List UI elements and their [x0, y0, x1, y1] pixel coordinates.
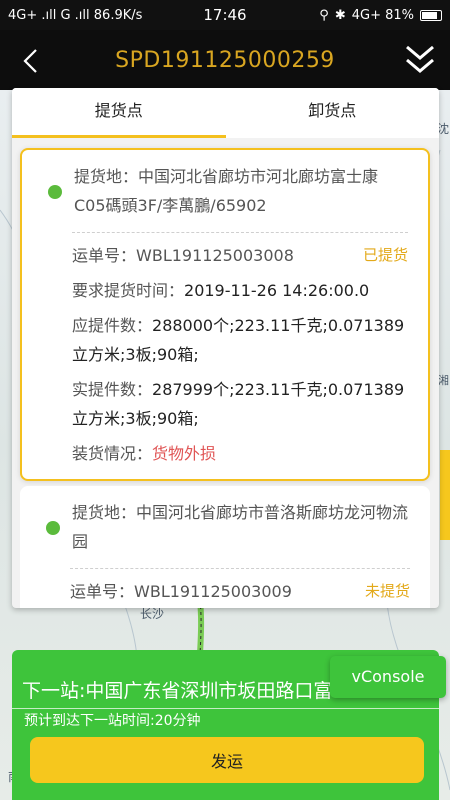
ship-button[interactable]: 发运	[30, 737, 424, 783]
waybill-label: 运单号：	[72, 246, 137, 265]
eta-text: 预计到达下一站时间:20分钟	[24, 713, 201, 729]
due-count-label: 应提件数：	[72, 316, 153, 335]
divider	[12, 708, 439, 709]
status-left: 4G+ .ıll G .ıll 86.9K/s	[8, 8, 319, 23]
divider	[70, 568, 410, 569]
tab-bar: 提货点 卸货点	[12, 88, 439, 138]
pickup-info: 运单号：WBL191125003009 未提货	[20, 577, 410, 606]
location-dot-icon	[48, 185, 62, 199]
next-stop: 下一站:中国广东省深圳市坂田路口富	[22, 680, 333, 702]
pickup-address: 提货地：中国河北省廊坊市河北廊坊富士康C05碼頭3F/李萬鵬/65902	[74, 167, 379, 215]
vconsole-button[interactable]: vConsole	[330, 656, 446, 698]
pickup-card[interactable]: 提货地：中国河北省廊坊市普洛斯廊坊龙河物流园 运单号：WBL1911250030…	[20, 486, 430, 608]
page-title: SPD191125000259	[115, 47, 335, 73]
location-icon: ⚲	[319, 7, 329, 23]
bluetooth-icon: ✱	[334, 7, 346, 23]
pickup-panel: 提货点 卸货点 提货地：中国河北省廊坊市河北廊坊富士康C05碼頭3F/李萬鵬/6…	[12, 88, 439, 608]
pickup-address: 提货地：中国河北省廊坊市普洛斯廊坊龙河物流园	[72, 503, 409, 551]
status-right-text: 4G+ 81%	[351, 7, 414, 23]
actual-count-label: 实提件数：	[72, 380, 153, 399]
pickup-time-label: 要求提货时间：	[72, 281, 185, 300]
status-badge: 未提货	[364, 582, 410, 600]
back-chevron-icon[interactable]	[14, 44, 48, 78]
loading-status: 货物外损	[152, 444, 217, 463]
network-status: 4G+ .ıll G .ıll 86.9K/s	[8, 7, 143, 23]
loading-label: 装货情况：	[72, 444, 153, 463]
pickup-time: 2019-11-26 14:26:00.0	[184, 281, 370, 300]
header: SPD191125000259	[0, 30, 450, 90]
double-chevron-down-icon[interactable]	[404, 42, 436, 78]
battery-icon	[420, 9, 442, 21]
pickup-info: 运单号：WBL191125003008 已提货 要求提货时间：2019-11-2…	[22, 241, 408, 468]
pickup-card[interactable]: 提货地：中国河北省廊坊市河北廊坊富士康C05碼頭3F/李萬鵬/65902 运单号…	[20, 148, 430, 481]
waybill-label: 运单号：	[70, 582, 135, 601]
status-right: ⚲ ✱ 4G+ 81%	[319, 8, 442, 23]
waybill-number: WBL191125003009	[134, 582, 292, 601]
divider	[72, 232, 408, 233]
tab-unload-point[interactable]: 卸货点	[226, 88, 440, 138]
tab-pickup-point[interactable]: 提货点	[12, 88, 226, 138]
location-dot-icon	[46, 521, 60, 535]
waybill-number: WBL191125003008	[136, 246, 294, 265]
status-badge: 已提货	[362, 246, 408, 264]
status-bar: 4G+ .ıll G .ıll 86.9K/s 17:46 ⚲ ✱ 4G+ 81…	[0, 0, 450, 30]
